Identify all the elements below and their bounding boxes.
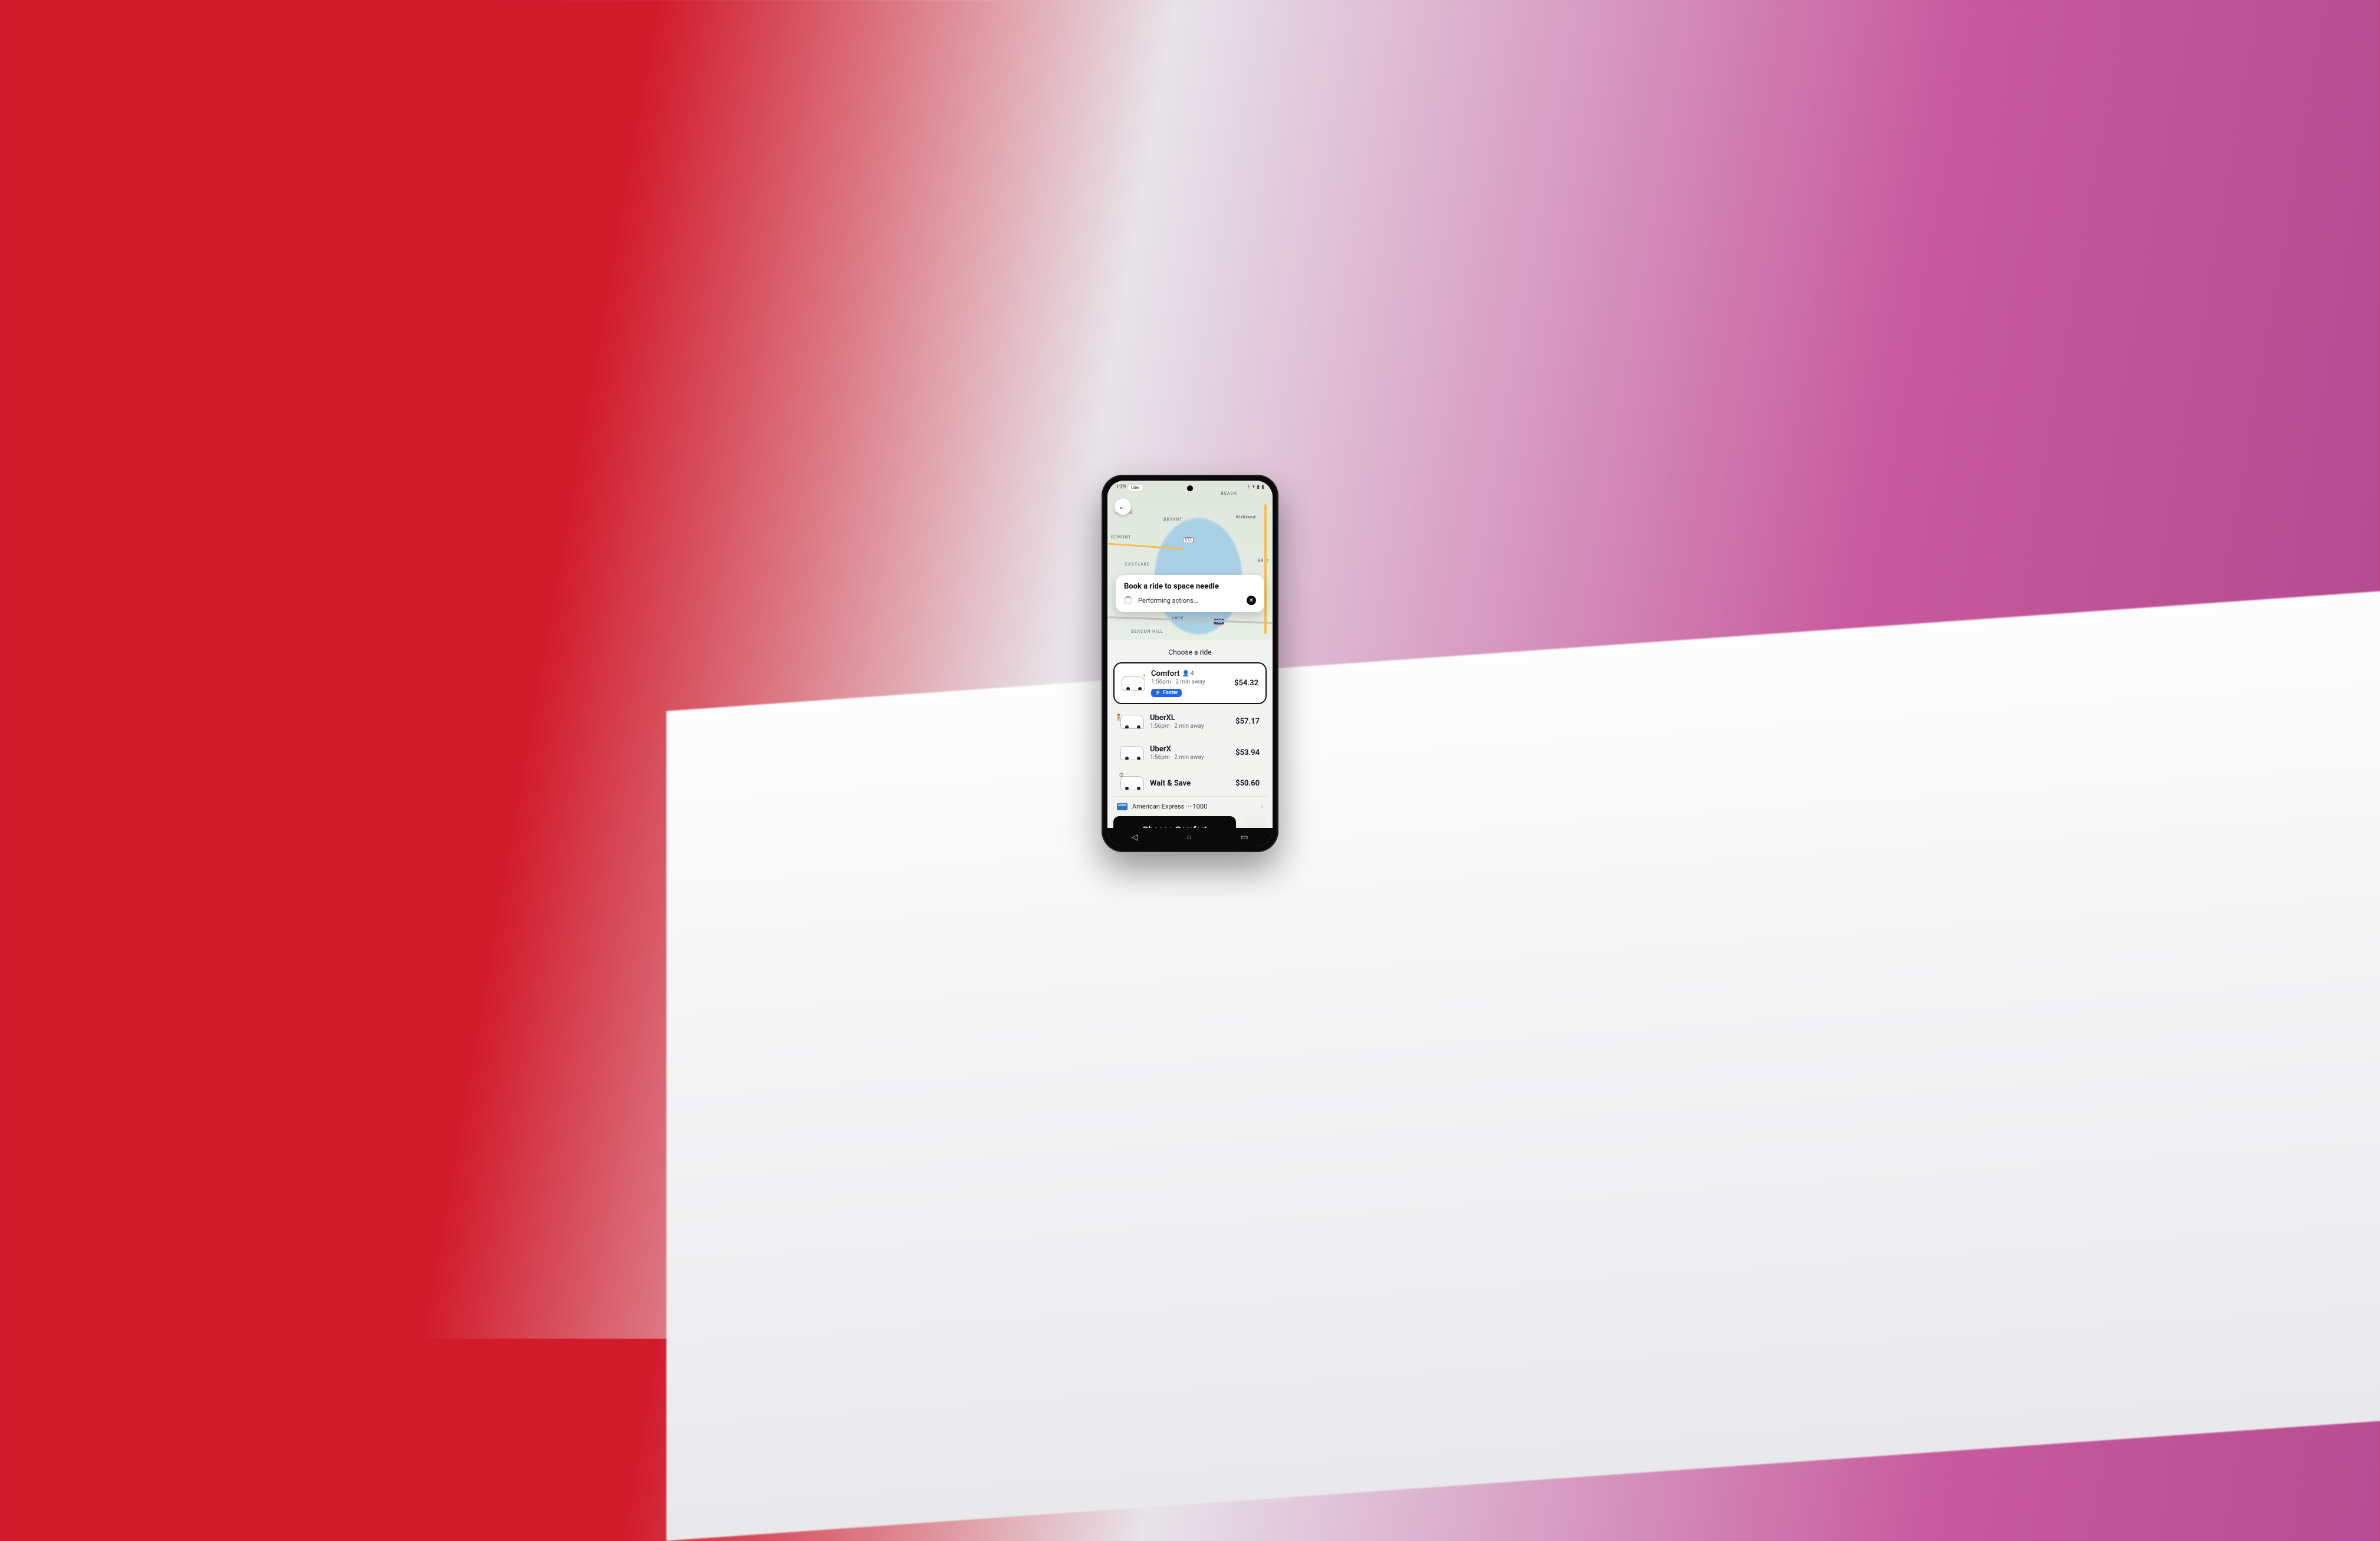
- amex-card-icon: [1117, 803, 1127, 810]
- faster-badge: ⚡ Faster: [1151, 689, 1182, 697]
- assistant-card: Book a ride to space needle Performing a…: [1116, 575, 1264, 612]
- ride-name: UberX: [1150, 745, 1230, 754]
- map-label: Kirkland: [1236, 515, 1256, 520]
- ride-price: $53.94: [1235, 748, 1260, 757]
- ride-list: Comfort 👤 4 1:56pm · 2 min away ⚡ Faster: [1113, 662, 1267, 796]
- ride-sheet: Choose a ride Comfort 👤 4: [1107, 640, 1273, 828]
- choose-ride-button[interactable]: Choose Comfort: [1113, 816, 1236, 828]
- payment-label: American Express ····1000: [1132, 803, 1207, 810]
- ride-price: $54.32: [1234, 679, 1258, 688]
- back-button[interactable]: ←: [1115, 498, 1131, 515]
- ride-name: Comfort: [1151, 669, 1180, 678]
- punch-hole-camera: [1187, 485, 1193, 491]
- ride-eta: 1:56pm · 2 min away: [1150, 723, 1230, 730]
- status-icons: ᚼ ▾ ▮ ▮: [1247, 484, 1264, 490]
- map-road: [1264, 504, 1267, 634]
- signal-icon: ▮: [1257, 484, 1260, 490]
- capacity-value: 4: [1191, 671, 1194, 677]
- bolt-icon: ⚡: [1155, 690, 1161, 696]
- bluetooth-icon: ᚼ: [1247, 484, 1250, 490]
- map-label: REMONT: [1111, 535, 1132, 540]
- map-road: [1107, 543, 1184, 550]
- calendar-clock-icon: 🚗: [1248, 824, 1260, 829]
- assistant-status: Performing actions...: [1138, 597, 1241, 604]
- ride-price: $50.60: [1235, 779, 1260, 788]
- sheet-heading: Choose a ride: [1113, 645, 1267, 662]
- status-time: 1:29: [1116, 484, 1126, 490]
- ride-price: $57.17: [1235, 717, 1260, 726]
- nav-recents-icon[interactable]: ▭: [1241, 833, 1248, 842]
- schedule-button[interactable]: 🚗: [1241, 816, 1267, 828]
- ride-option-uberxl[interactable]: UberXL 1:56pm · 2 min away $57.17: [1113, 708, 1267, 735]
- map-label: EASTLAKE: [1125, 562, 1150, 567]
- map-label: BRID: [1258, 558, 1269, 563]
- photo-scene: 1:29 ᚼ ▾ ▮ ▮ Uber ← BEACH BRYANT Kirklan…: [0, 0, 2380, 1339]
- phone-frame: 1:29 ᚼ ▾ ▮ ▮ Uber ← BEACH BRYANT Kirklan…: [1102, 475, 1278, 852]
- android-nav-bar: ◁ ○ ▭: [1107, 828, 1273, 846]
- ride-eta: 1:56pm · 2 min away: [1151, 679, 1228, 685]
- table-surface: [666, 574, 2380, 1541]
- car-icon: [1120, 746, 1144, 760]
- ride-name: Wait & Save: [1150, 779, 1230, 788]
- ride-option-wait-save[interactable]: Wait & Save $50.60: [1113, 770, 1267, 796]
- assistant-close-button[interactable]: ✕: [1247, 596, 1256, 605]
- badge-label: Faster: [1163, 690, 1178, 696]
- nav-back-icon[interactable]: ◁: [1132, 833, 1138, 842]
- ride-option-comfort[interactable]: Comfort 👤 4 1:56pm · 2 min away ⚡ Faster: [1113, 662, 1267, 704]
- person-icon: 👤: [1182, 671, 1189, 677]
- ride-eta: 1:56pm · 2 min away: [1150, 754, 1230, 761]
- map-view[interactable]: Uber ← BEACH BRYANT Kirkland EASTLAKE BE…: [1107, 481, 1273, 640]
- map-road: [1107, 616, 1273, 624]
- wifi-icon: ▾: [1253, 484, 1255, 490]
- map-label: BEACON HILL: [1131, 629, 1163, 634]
- map-label: BRYANT: [1163, 517, 1182, 522]
- nav-home-icon[interactable]: ○: [1187, 832, 1192, 842]
- phone-screen: 1:29 ᚼ ▾ ▮ ▮ Uber ← BEACH BRYANT Kirklan…: [1107, 481, 1273, 846]
- car-icon: [1120, 776, 1144, 790]
- arrow-left-icon: ←: [1118, 501, 1127, 512]
- ride-option-uberx[interactable]: UberX 1:56pm · 2 min away $53.94: [1113, 739, 1267, 767]
- payment-selector[interactable]: American Express ····1000 ›: [1113, 796, 1267, 816]
- spinner-icon: [1124, 596, 1132, 604]
- car-icon: [1120, 715, 1144, 729]
- capacity: 👤 4: [1182, 671, 1194, 677]
- route-shield: 513: [1183, 537, 1194, 543]
- battery-icon: ▮: [1261, 484, 1264, 490]
- chevron-right-icon: ›: [1261, 803, 1263, 810]
- ride-name: UberXL: [1150, 714, 1230, 722]
- cta-row: Choose Comfort 🚗: [1113, 816, 1267, 828]
- app-pill: Uber: [1127, 484, 1143, 491]
- assistant-title: Book a ride to space needle: [1124, 582, 1256, 591]
- car-icon: [1122, 676, 1145, 691]
- close-icon: ✕: [1249, 597, 1254, 604]
